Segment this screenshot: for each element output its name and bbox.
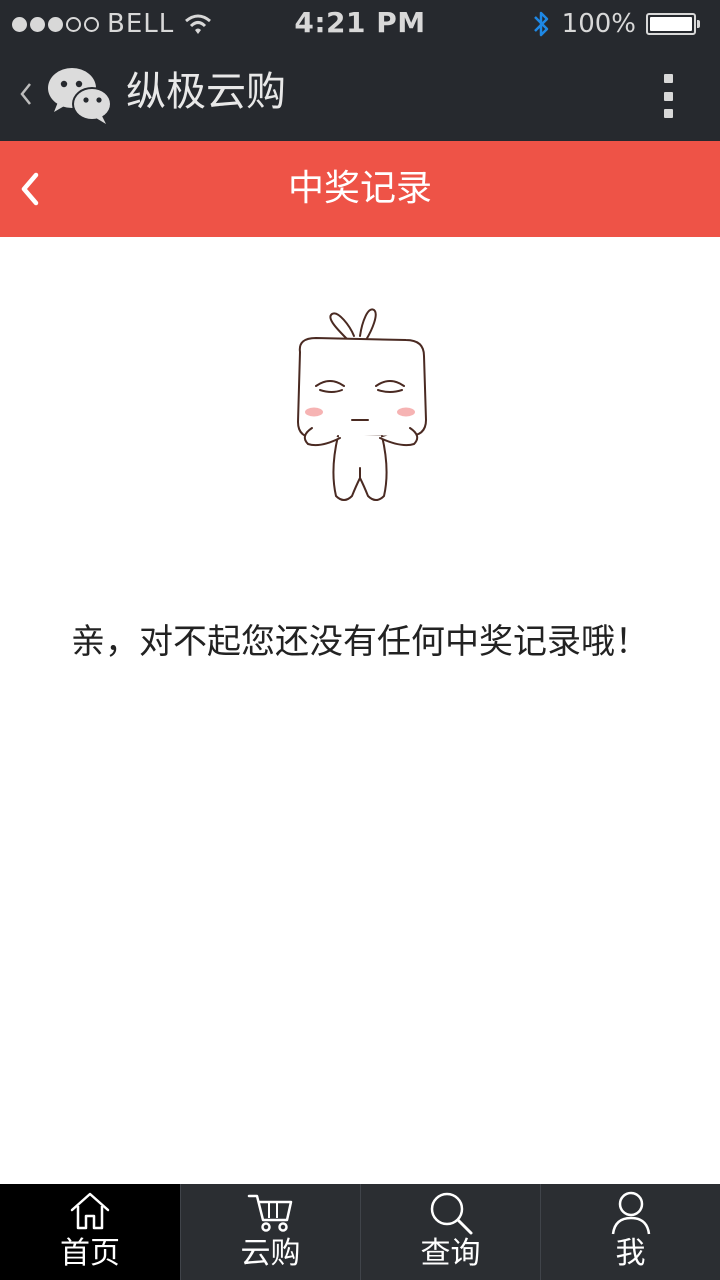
mascot-illustration: [297, 308, 427, 501]
wechat-page-title: 纵极云购: [126, 69, 286, 115]
user-icon: [611, 1191, 650, 1235]
wechat-title-bar: 纵极云购: [0, 48, 720, 141]
battery-percent: 100%: [561, 9, 636, 39]
chevron-left-icon[interactable]: [14, 72, 38, 116]
more-vertical-icon[interactable]: [660, 74, 676, 118]
status-right: 100%: [532, 8, 700, 40]
bluetooth-icon: [533, 11, 548, 37]
home-icon: [70, 1192, 110, 1230]
tab-me-label: 我: [615, 1236, 646, 1271]
tab-me[interactable]: 我: [540, 1184, 720, 1280]
battery-icon: [646, 13, 700, 35]
status-bar: BELL 4:21 PM 100%: [0, 0, 720, 48]
tab-cloud-buy[interactable]: 云购: [180, 1184, 360, 1280]
search-icon: [430, 1192, 472, 1235]
tab-search[interactable]: 查询: [360, 1184, 540, 1280]
wechat-logo-icon: [48, 68, 112, 124]
bottom-tab-bar: 首页 云购 查询 我: [0, 1184, 720, 1280]
tab-cloud-buy-label: 云购: [240, 1236, 301, 1271]
tab-search-label: 查询: [420, 1236, 481, 1271]
cart-icon: [247, 1194, 292, 1232]
tab-home-label: 首页: [60, 1236, 120, 1271]
nav-bar: 中奖记录: [0, 141, 720, 237]
top-header: BELL 4:21 PM 100% 纵极云购: [0, 0, 720, 141]
empty-state-message: 亲，对不起您还没有任何中奖记录哦！: [71, 622, 649, 662]
page-title: 中奖记录: [287, 168, 432, 209]
tab-home[interactable]: 首页: [0, 1184, 180, 1280]
